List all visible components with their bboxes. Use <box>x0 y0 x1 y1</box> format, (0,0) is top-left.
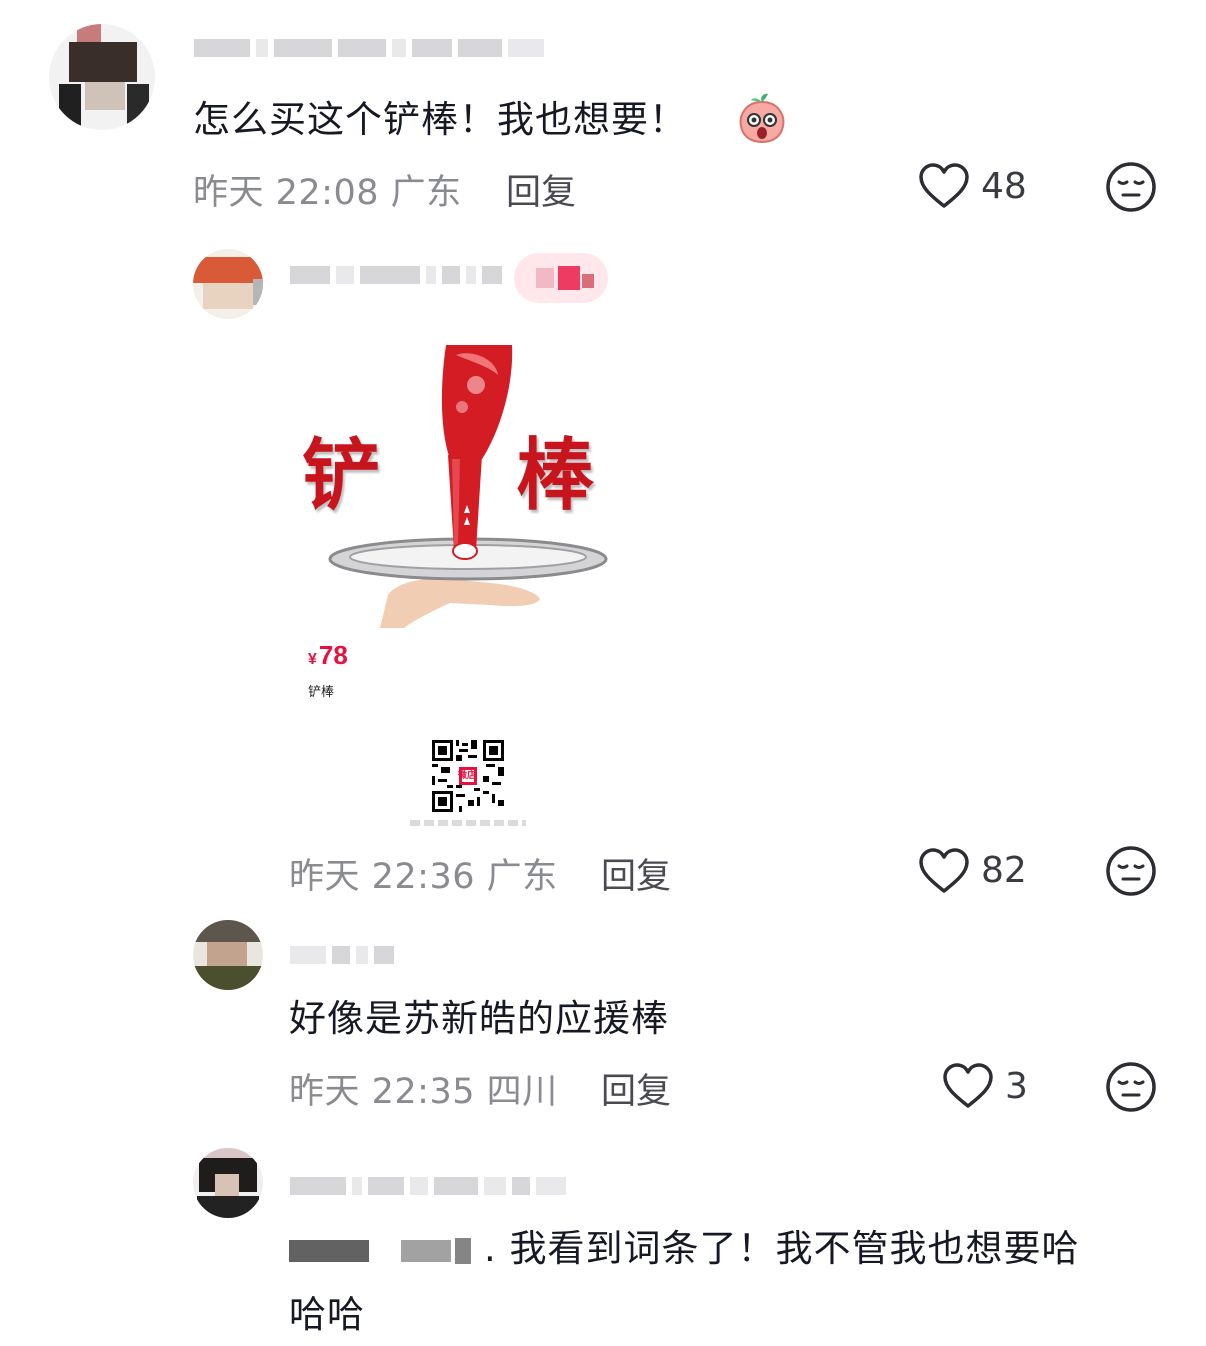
product-name: 铲棒 <box>308 685 335 700</box>
neutral-face-icon <box>1106 1062 1156 1112</box>
shocked-peach-emoji <box>737 92 787 144</box>
username[interactable] <box>290 265 502 285</box>
comment-text: 好像是苏新皓的应援棒 <box>289 997 669 1040</box>
avatar-mosaic <box>127 84 149 130</box>
avatar[interactable] <box>193 920 263 990</box>
avatar-mosaic <box>69 42 137 82</box>
avatar-mosaic <box>207 942 247 966</box>
qr-code[interactable]: 微店 <box>432 740 504 812</box>
comment-meta: 昨天 22:36 广东 <box>289 857 558 897</box>
heart-outline-icon <box>943 1063 993 1108</box>
reply-button[interactable]: 回复 <box>601 848 671 899</box>
avatar-mosaic <box>85 82 125 110</box>
qr-label: 微店 <box>458 771 477 781</box>
avatar-mosaic <box>193 966 263 990</box>
avatar-mosaic <box>59 84 81 130</box>
neutral-face-icon <box>1106 162 1156 212</box>
comment-text: 怎么买这个铲棒！我也想要！ <box>193 98 687 141</box>
product-image[interactable]: 铲 棒 <box>300 345 632 628</box>
username[interactable] <box>194 38 544 58</box>
blurred-mention <box>289 1232 499 1268</box>
like-button[interactable] <box>941 1060 995 1112</box>
comment-meta: 昨天 22:35 四川 <box>289 1072 558 1112</box>
reply-button[interactable]: 回复 <box>506 164 576 215</box>
like-count: 48 <box>981 166 1027 207</box>
reply-button[interactable]: 回复 <box>601 1063 671 1114</box>
avatar-mosaic <box>193 1148 263 1158</box>
avatar-mosaic <box>77 24 101 42</box>
comment-meta: 昨天 22:08 广东 <box>193 173 462 213</box>
user-badge <box>514 253 608 303</box>
avatar[interactable] <box>193 249 263 319</box>
like-count: 82 <box>981 850 1027 891</box>
dislike-button[interactable] <box>1104 844 1158 898</box>
heart-outline-icon <box>919 848 969 893</box>
qr-caption <box>410 820 526 826</box>
like-button[interactable] <box>917 845 971 897</box>
comment-text-continued: 哈哈 <box>289 1293 365 1336</box>
avatar-mosaic <box>197 1196 259 1218</box>
product-title-right: 棒 <box>516 430 595 521</box>
avatar[interactable] <box>193 1148 263 1218</box>
avatar[interactable] <box>49 24 155 130</box>
dislike-button[interactable] <box>1104 160 1158 214</box>
avatar-mosaic <box>193 920 263 942</box>
product-title-left: 铲 <box>302 430 381 521</box>
username[interactable] <box>290 945 394 965</box>
avatar-mosaic <box>215 1174 239 1196</box>
avatar-mosaic <box>203 283 253 309</box>
like-count: 3 <box>1005 1066 1028 1107</box>
product-price: ¥78 <box>308 640 348 670</box>
heart-outline-icon <box>919 163 969 208</box>
neutral-face-icon <box>1106 846 1156 896</box>
username[interactable] <box>290 1176 566 1196</box>
comment-text: . 我看到词条了！我不管我也想要哈 <box>484 1227 1080 1270</box>
like-button[interactable] <box>917 160 971 212</box>
avatar-mosaic <box>253 279 263 305</box>
dislike-button[interactable] <box>1104 1060 1158 1114</box>
